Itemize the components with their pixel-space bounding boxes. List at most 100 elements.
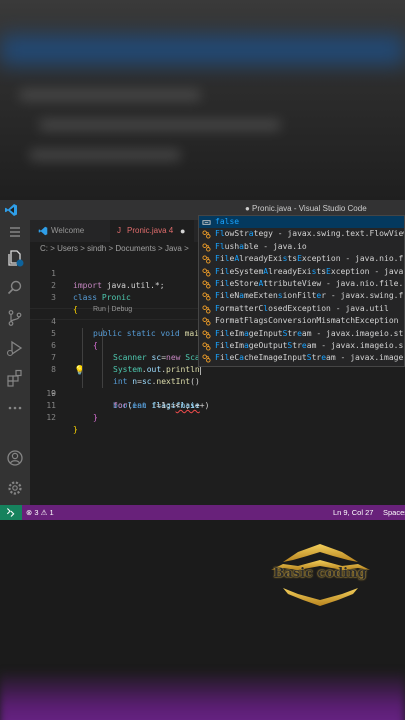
blurred-line <box>40 120 280 130</box>
suggestion-label: FileSystemAlreadyExistsException - java <box>215 266 404 276</box>
codelens-run-debug[interactable]: Run | Debug <box>93 304 132 316</box>
code-text: } <box>73 425 78 434</box>
code-text: class Pronic <box>73 293 131 302</box>
code-line: 4 public static void mai <box>30 304 199 338</box>
indentation-setting[interactable]: Spaces <box>383 505 405 520</box>
blurred-background-top <box>0 0 405 200</box>
class-icon <box>202 230 211 239</box>
code-text: public static void mai <box>93 329 200 338</box>
suggestion-item[interactable]: FileImageInputStream - javax.imageio.st <box>199 328 404 340</box>
suggestion-item[interactable]: FileAlreadyExistsException - java.nio.f <box>199 253 404 265</box>
suggestion-widget[interactable]: false FlowStrategy - javax.swing.text.Flo… <box>198 215 405 367</box>
code-text: { <box>93 341 98 350</box>
suggestion-item[interactable]: FileImageOutputStream - javax.imageio.s <box>199 340 404 352</box>
code-text: System.out.println <box>113 365 200 374</box>
code-line: 12 } <box>30 400 77 434</box>
suggestion-item[interactable]: FormatFlagsConversionMismatchException <box>199 315 404 327</box>
code-line: 3 { <box>30 280 78 314</box>
unsaved-dot-icon[interactable]: ● <box>180 220 185 242</box>
menu-icon[interactable] <box>5 222 25 242</box>
indent-guide <box>82 328 83 388</box>
suggestion-item[interactable]: FlowStrategy - javax.swing.text.FlowView <box>199 228 404 240</box>
search-icon[interactable] <box>5 278 25 298</box>
blurred-line <box>20 90 200 100</box>
suggestion-label: Flushable - java.io <box>215 241 307 251</box>
suggestion-item[interactable]: false <box>199 216 404 229</box>
error-icon: ⊗ <box>26 508 33 517</box>
tab-welcome[interactable]: Welcome <box>36 220 110 242</box>
class-icon <box>202 317 211 326</box>
code-line: 6 Scanner sc=new Sca <box>30 328 200 362</box>
code-text: for(int i=1;i<n;i++) <box>113 401 210 410</box>
tab-label: Welcome <box>51 226 85 235</box>
remote-indicator[interactable] <box>0 505 22 520</box>
code-text: { <box>73 305 78 314</box>
code-text: import java.util.*; <box>73 281 165 290</box>
warning-count: 1 <box>49 508 54 517</box>
cursor-position[interactable]: Ln 9, Col 27 <box>333 505 373 520</box>
class-icon <box>202 330 211 339</box>
suggestion-label: FlowStrategy - javax.swing.text.FlowView <box>215 229 404 239</box>
suggestion-label: FileAlreadyExistsException - java.nio.f <box>215 254 404 264</box>
suggestion-item[interactable]: FileStoreAttributeView - java.nio.file. <box>199 278 404 290</box>
code-line: 8 int n=sc.nextInt() <box>30 352 200 386</box>
error-count: 3 <box>34 508 39 517</box>
suggestion-item[interactable]: FileCacheImageInputStream - javax.image <box>199 352 404 364</box>
more-icon[interactable] <box>5 398 25 418</box>
code-line: 7 System.out.println <box>30 340 200 374</box>
blurred-band <box>0 35 405 65</box>
explorer-icon[interactable] <box>5 248 25 268</box>
blurred-line <box>30 150 180 160</box>
lightbulb-icon[interactable]: 💡 <box>74 365 85 377</box>
class-icon <box>202 342 211 351</box>
suggestion-label: FileCacheImageInputStream - javax.image <box>215 353 404 363</box>
window-title: ● Pronic.java - Visual Studio Code <box>245 204 367 213</box>
vscode-logo-icon <box>5 204 17 216</box>
vscode-logo-icon <box>38 226 48 236</box>
extensions-icon[interactable] <box>5 368 25 388</box>
class-icon <box>202 280 211 289</box>
remote-icon <box>6 508 15 517</box>
suggestion-item[interactable]: FileNameExtensionFilter - javax.swing.f <box>199 290 404 302</box>
suggestion-label: FormatterClosedException - java.util <box>215 303 389 313</box>
indent-guide <box>102 328 103 388</box>
suggestion-label: FileStoreAttributeView - java.nio.file. <box>215 279 404 288</box>
vscode-window: ● Pronic.java - Visual Studio Code Welco… <box>0 200 405 520</box>
code-line: 1 import java.util.*; <box>30 256 164 290</box>
class-icon <box>202 305 211 314</box>
watermark-text: Basic coding <box>273 566 367 581</box>
source-control-icon[interactable] <box>5 308 25 328</box>
class-icon <box>202 354 211 363</box>
suggestion-label: FileImageOutputStream - javax.imageio.s <box>215 341 404 350</box>
java-file-icon: J <box>117 226 121 235</box>
code-text: Scanner sc=new Sca <box>113 353 200 362</box>
account-icon[interactable] <box>5 448 25 468</box>
class-icon <box>202 292 211 301</box>
code-line: 11 } <box>30 388 97 422</box>
line-number: 12 <box>46 413 56 422</box>
tab-pronic-java[interactable]: J Pronic.java 4 ● <box>110 220 194 242</box>
settings-gear-icon[interactable] <box>5 478 25 498</box>
code-line-current: 💡 9 boolean flag=flase <box>30 364 201 410</box>
class-icon <box>202 243 211 252</box>
problems-indicator[interactable]: ⊗ 3 ⚠ 1 <box>26 505 54 520</box>
suggestion-label: FileImageInputStream - javax.imageio.st <box>215 328 404 338</box>
keyword-icon <box>202 220 211 225</box>
suggestion-item[interactable]: FormatterClosedException - java.util <box>199 303 404 315</box>
code-line: 5 { <box>30 316 98 350</box>
suggestion-item[interactable]: Flushable - java.io <box>199 241 404 253</box>
codelens-line: Run | Debug <box>30 292 132 313</box>
code-line: 2 class Pronic <box>30 268 131 302</box>
suggestion-label: FileNameExtensionFilter - javax.swing.f <box>215 291 404 301</box>
tab-label: Pronic.java 4 <box>127 226 174 235</box>
code-line: 10 for(int i=1;i<n;i++) <box>30 376 209 410</box>
video-bottom-area: Basic coding <box>0 520 405 720</box>
class-icon <box>202 255 211 264</box>
code-text: } <box>93 413 98 422</box>
suggestion-item[interactable]: FileSystemAlreadyExistsException - java <box>199 266 404 278</box>
run-debug-icon[interactable] <box>5 338 25 358</box>
code-text: int n=sc.nextInt() <box>113 377 200 386</box>
class-icon <box>202 268 211 277</box>
activity-bar <box>0 220 30 505</box>
suggestion-label: FormatFlagsConversionMismatchException <box>215 316 399 326</box>
